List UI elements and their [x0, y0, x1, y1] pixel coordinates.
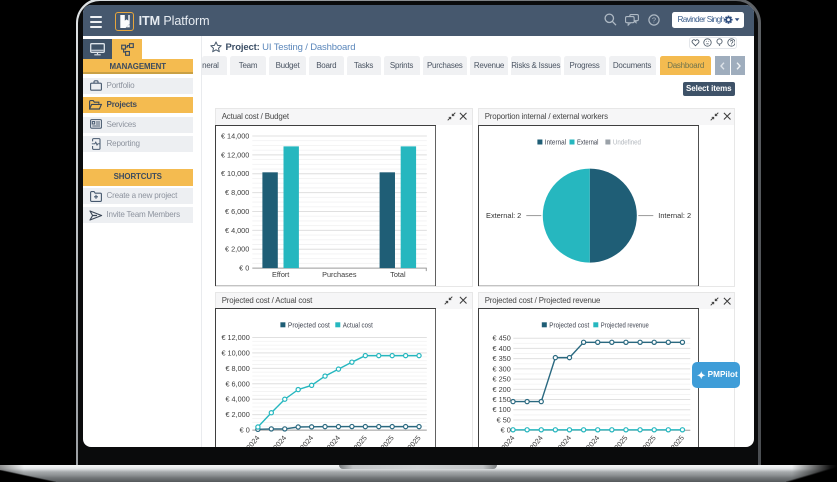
svg-text:€ 0: € 0 — [240, 426, 250, 435]
svg-text:€ 50: € 50 — [497, 415, 511, 424]
svg-text:€ 150: € 150 — [493, 395, 511, 404]
svg-text:€ 200: € 200 — [493, 385, 511, 394]
svg-text:Internal: 2: Internal: 2 — [658, 211, 691, 220]
svg-text:?: ? — [652, 15, 656, 24]
svg-text:€ 300: € 300 — [493, 364, 511, 373]
svg-text:€ 6,000: € 6,000 — [225, 207, 249, 216]
svg-text:€ 12,000: € 12,000 — [221, 150, 249, 159]
svg-text:€ 8,000: € 8,000 — [225, 188, 249, 197]
svg-text:€ 12,000: € 12,000 — [222, 333, 250, 342]
svg-text:Total: Total — [390, 269, 406, 278]
svg-text:€ 400: € 400 — [493, 344, 511, 353]
svg-text:Internal: Internal — [545, 137, 567, 146]
svg-text:€ 2,000: € 2,000 — [225, 244, 249, 253]
svg-text:€ 10,000: € 10,000 — [222, 348, 250, 357]
svg-text:€ 0: € 0 — [239, 263, 249, 272]
svg-text:€ 8,000: € 8,000 — [226, 364, 250, 373]
svg-text:Effort: Effort — [272, 269, 289, 278]
svg-text:Purchases: Purchases — [322, 269, 357, 278]
svg-text:Undefined: Undefined — [613, 137, 641, 146]
svg-text:Projected revenue: Projected revenue — [601, 320, 649, 329]
svg-text:€ 14,000: € 14,000 — [221, 131, 249, 140]
svg-text:€ 4,000: € 4,000 — [226, 395, 250, 404]
svg-text:€ 100: € 100 — [493, 405, 511, 414]
svg-text:Actual cost: Actual cost — [343, 320, 373, 329]
svg-text:Projected cost: Projected cost — [549, 320, 589, 329]
svg-text:€ 450: € 450 — [493, 334, 511, 343]
svg-text:External: External — [577, 137, 599, 146]
svg-text:€ 350: € 350 — [493, 354, 511, 363]
svg-text:External: 2: External: 2 — [486, 211, 521, 220]
svg-text:€ 2,000: € 2,000 — [226, 410, 250, 419]
svg-text:€ 10,000: € 10,000 — [221, 169, 249, 178]
svg-text:€ 6,000: € 6,000 — [226, 379, 250, 388]
svg-text:€ 250: € 250 — [493, 375, 511, 384]
svg-text:Projected cost: Projected cost — [288, 320, 330, 329]
svg-text:€ 4,000: € 4,000 — [225, 226, 249, 235]
